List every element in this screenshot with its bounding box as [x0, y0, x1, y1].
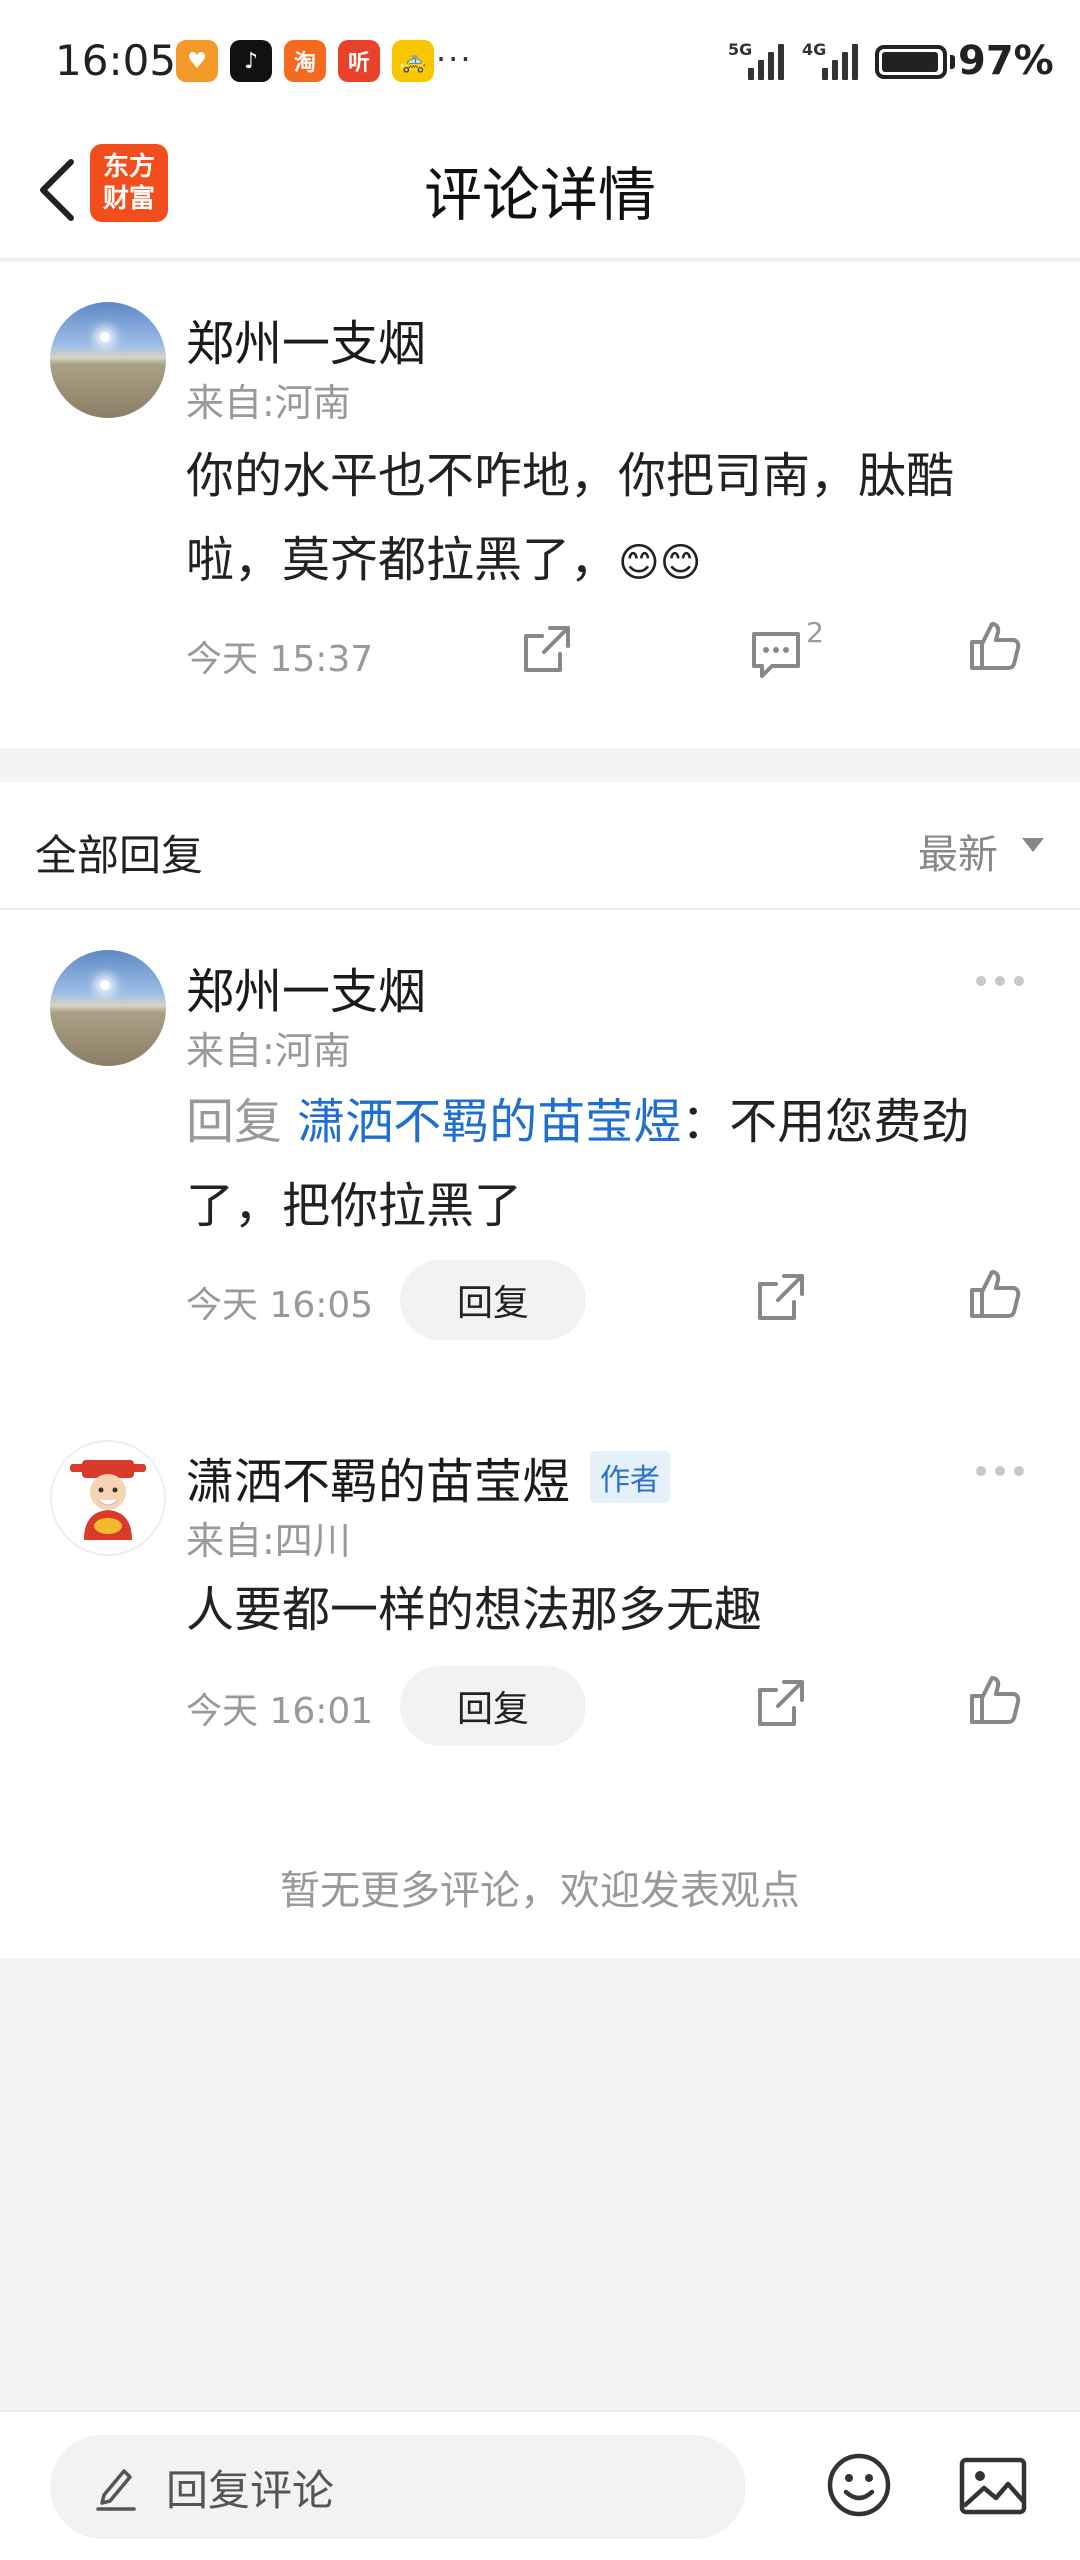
page-title: 评论详情 — [423, 161, 656, 229]
more-options-icon[interactable] — [976, 976, 1024, 986]
reply-origin: 来自:四川 — [186, 1519, 351, 1563]
thumbs-up-icon — [970, 1676, 1021, 1724]
taxi-app-icon: 🚕 — [392, 40, 434, 82]
status-bar: 16:05 ♥ ♪ 淘听 🚕 ··· 5G 4G 97% — [0, 0, 1080, 120]
listen-app-icon: 听 — [338, 40, 380, 82]
signal-4g-icon: 4G — [802, 40, 858, 80]
reply-author-name[interactable]: 郑州一支烟 — [186, 952, 426, 1022]
share-button[interactable] — [520, 622, 574, 676]
signal-5g-icon: 5G — [728, 40, 784, 80]
reply-input-placeholder: 回复评论 — [166, 2465, 335, 2515]
reply-origin: 来自:河南 — [186, 1029, 351, 1073]
share-icon — [524, 626, 570, 672]
avatar[interactable] — [50, 302, 166, 418]
thumbs-up-icon — [970, 1270, 1021, 1318]
author-badge: 作者 — [590, 1451, 671, 1503]
comment-bubble-icon — [752, 632, 801, 678]
bottom-bar: 回复评论 — [0, 2410, 1080, 2560]
reply-item: 潇洒不羁的苗莹煜 作者 来自:四川 人要都一样的想法那多无趣 今天 16:01 … — [0, 1400, 1080, 1800]
signal-indicators: 5G 4G — [728, 40, 858, 80]
comment-count: 2 — [806, 616, 824, 649]
replies-header: 全部回复 最新 — [0, 782, 1080, 910]
share-icon — [758, 1680, 804, 1726]
fortune-god-avatar-icon — [70, 1460, 146, 1540]
thumbs-up-icon — [970, 622, 1021, 670]
no-more-comments-text: 暂无更多评论，欢迎发表观点 — [280, 1868, 800, 1914]
reply-text: 回复 潇洒不羁的苗莹煜：不用您费劲了，把你拉黑了 — [186, 1080, 1036, 1248]
main-comment-card: 郑州一支烟 来自:河南 你的水平也不咋地，你把司南，肽酷啦，莫齐都拉黑了，😊😊 … — [0, 262, 1080, 748]
reply-author-row: 潇洒不羁的苗莹煜 作者 — [186, 1442, 671, 1512]
like-button[interactable] — [966, 1266, 1022, 1322]
more-notifications-indicator: ··· — [436, 40, 473, 78]
comment-time: 今天 15:37 — [186, 639, 374, 680]
heart-app-icon: ♥ — [176, 40, 218, 82]
image-icon — [959, 2457, 1027, 2515]
share-button[interactable] — [754, 1676, 808, 1730]
image-button[interactable] — [958, 2456, 1028, 2520]
reply-prefix: 回复 — [186, 1094, 298, 1150]
smiley-emoji-icon: 😊😊 — [618, 540, 702, 586]
smiley-icon — [827, 2453, 891, 2517]
comment-text: 你的水平也不咋地，你把司南，肽酷啦，莫齐都拉黑了，😊😊 — [186, 434, 1026, 605]
comment-count-button[interactable]: 2 — [736, 616, 836, 686]
sort-dropdown[interactable]: 最新 — [918, 822, 998, 880]
battery-tip — [950, 55, 955, 69]
battery-percentage: 97% — [958, 38, 1054, 84]
status-time: 16:05 — [55, 36, 177, 85]
reply-target-link[interactable]: 潇洒不羁的苗莹煜 — [297, 1094, 681, 1150]
reply-item: 郑州一支烟 来自:河南 回复 潇洒不羁的苗莹煜：不用您费劲了，把你拉黑了 今天 … — [0, 910, 1080, 1400]
notification-app-icons: ♥ ♪ 淘听 🚕 — [176, 40, 434, 82]
reply-time: 今天 16:05 — [186, 1285, 374, 1326]
commenter-origin: 来自:河南 — [186, 381, 351, 425]
section-title: 全部回复 — [35, 831, 204, 880]
reply-input[interactable]: 回复评论 — [50, 2435, 746, 2539]
comment-body: 你的水平也不咋地，你把司南，肽酷啦，莫齐都拉黑了， — [186, 448, 955, 588]
caret-down-icon[interactable] — [1022, 838, 1044, 852]
taobao-app-icon: 淘 — [284, 40, 326, 82]
pencil-icon — [96, 2469, 136, 2511]
reply-text: 人要都一样的想法那多无趣 — [186, 1582, 763, 1638]
more-options-icon[interactable] — [976, 1466, 1024, 1476]
reply-button[interactable]: 回复 — [400, 1666, 586, 1746]
avatar[interactable] — [50, 1440, 166, 1556]
commenter-name[interactable]: 郑州一支烟 — [186, 304, 426, 374]
reply-button[interactable]: 回复 — [400, 1260, 586, 1340]
avatar[interactable] — [50, 950, 166, 1066]
reply-author-name[interactable]: 潇洒不羁的苗莹煜 — [186, 1442, 570, 1512]
share-button[interactable] — [754, 1270, 808, 1324]
battery-icon — [875, 45, 947, 79]
emoji-button[interactable] — [826, 2452, 892, 2522]
like-button[interactable] — [966, 618, 1022, 674]
tiktok-app-icon: ♪ — [230, 40, 272, 82]
nav-header: 东方财富 评论详情 — [0, 120, 1080, 260]
like-button[interactable] — [966, 1672, 1022, 1728]
reply-time: 今天 16:01 — [186, 1691, 374, 1732]
replies-section: 全部回复 最新 郑州一支烟 来自:河南 回复 潇洒不羁的苗莹煜：不用您费劲了，把… — [0, 782, 1080, 1958]
share-icon — [758, 1274, 804, 1320]
